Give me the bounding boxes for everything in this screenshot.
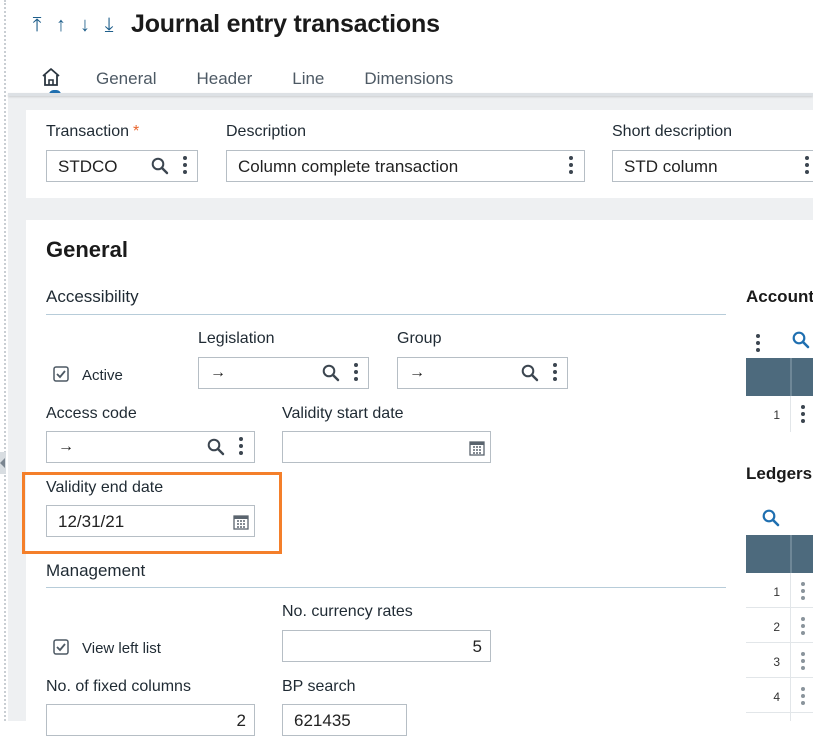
active-checkbox[interactable] (53, 366, 69, 382)
calendar-icon[interactable] (233, 514, 249, 530)
row-options-icon[interactable] (801, 652, 805, 673)
more-options-icon[interactable] (183, 156, 187, 177)
tab-header[interactable]: Header (196, 69, 252, 89)
fixed-columns-label: No. of fixed columns (46, 678, 191, 695)
transaction-label: Transaction * (46, 123, 140, 140)
transaction-field[interactable]: STDCO (46, 150, 198, 182)
legislation-field[interactable]: → (198, 357, 369, 389)
more-options-icon[interactable] (805, 156, 809, 177)
bp-search-label: BP search (282, 678, 356, 695)
short-description-label: Short description (612, 123, 733, 140)
tab-line[interactable]: Line (292, 69, 324, 89)
page-title: Journal entry transactions (131, 10, 440, 38)
accessibility-divider (46, 314, 726, 315)
search-icon[interactable] (521, 364, 539, 382)
grid-options-icon[interactable] (756, 334, 760, 355)
first-record-icon[interactable]: ⤒ (28, 14, 46, 37)
next-record-icon[interactable]: ↓ (76, 14, 94, 37)
short-description-field[interactable]: STD column (612, 150, 813, 182)
group-field[interactable]: → (397, 357, 568, 389)
ledgers-grid-header (746, 535, 813, 573)
last-record-icon[interactable]: ⤓ (100, 14, 118, 37)
tab-general[interactable]: General (96, 69, 156, 89)
required-mark: * (133, 123, 140, 140)
group-label: Group (397, 330, 442, 347)
search-icon[interactable] (151, 157, 169, 175)
ledger-row-number: 2 (773, 620, 780, 634)
more-options-icon[interactable] (239, 437, 243, 458)
accessibility-title: Accessibility (46, 287, 139, 306)
search-icon[interactable] (207, 438, 225, 456)
column-divider (790, 358, 792, 396)
row-options-icon[interactable] (801, 582, 805, 603)
currency-rates-label: No. currency rates (282, 603, 413, 620)
validity-end-date-label: Validity end date (46, 479, 164, 496)
search-icon[interactable] (792, 331, 810, 349)
row-divider (746, 712, 813, 713)
view-left-list-label: View left list (82, 640, 161, 657)
tab-dimensions[interactable]: Dimensions (364, 69, 453, 89)
account-row-number: 1 (773, 408, 780, 422)
search-icon[interactable] (322, 364, 340, 382)
currency-rates-field[interactable]: 5 (282, 630, 491, 662)
legislation-label: Legislation (198, 330, 275, 347)
record-navigation: ⤒ ↑ ↓ ⤓ (28, 14, 118, 37)
ledger-row-number: 3 (773, 655, 780, 669)
access-code-label: Access code (46, 405, 137, 422)
validity-start-date-label: Validity start date (282, 405, 404, 422)
column-divider (790, 573, 791, 721)
tab-bar-divider (8, 93, 813, 96)
description-field[interactable]: Column complete transaction (226, 150, 585, 182)
ledger-row-number: 1 (773, 585, 780, 599)
section-tabs: General Header Line Dimensions (40, 66, 493, 92)
row-options-icon[interactable] (801, 405, 805, 426)
management-divider (46, 587, 726, 588)
general-section-title: General (46, 237, 128, 262)
description-label: Description (226, 123, 307, 140)
calendar-icon[interactable] (469, 440, 485, 456)
management-title: Management (46, 561, 146, 580)
collapse-left-panel-handle[interactable] (0, 452, 6, 474)
validity-start-date-field[interactable] (282, 431, 491, 463)
column-divider (790, 535, 792, 573)
bp-search-field[interactable]: 621435 (282, 704, 407, 736)
fixed-columns-field[interactable]: 2 (46, 704, 255, 736)
more-options-icon[interactable] (354, 363, 358, 384)
search-icon[interactable] (762, 509, 780, 527)
account-grid-title: Account (746, 287, 813, 306)
row-divider (746, 607, 813, 608)
left-border (4, 0, 6, 721)
view-left-list-checkbox[interactable] (53, 639, 69, 655)
row-divider (746, 642, 813, 643)
active-label: Active (82, 367, 123, 384)
access-code-field[interactable]: → (46, 431, 255, 463)
column-divider (790, 396, 791, 432)
more-options-icon[interactable] (569, 156, 573, 177)
row-options-icon[interactable] (801, 617, 805, 638)
ledgers-grid-title: Ledgers (746, 464, 813, 483)
previous-record-icon[interactable]: ↑ (52, 14, 70, 37)
home-icon[interactable] (40, 66, 62, 88)
ledger-row-number: 4 (773, 690, 780, 704)
more-options-icon[interactable] (553, 363, 557, 384)
row-divider (746, 677, 813, 678)
row-options-icon[interactable] (801, 687, 805, 708)
validity-end-date-field[interactable]: 12/31/21 (46, 505, 255, 537)
account-grid-header (746, 358, 813, 396)
